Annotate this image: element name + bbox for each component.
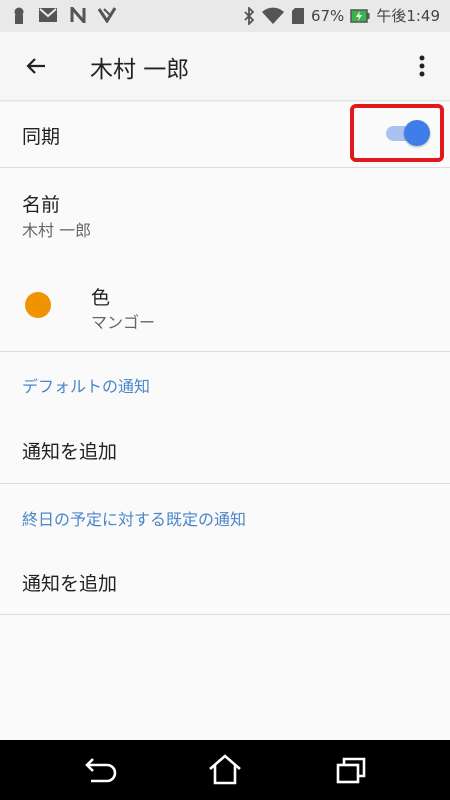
sim-icon [14,7,24,24]
status-bar: 67% 午後1:49 [0,0,450,32]
allday-notifications-header: 終日の予定に対する既定の通知 [22,510,247,529]
divider [0,351,450,352]
status-icons-left [12,6,116,24]
name-value: 木村 一郎 [22,221,92,240]
divider [0,614,450,615]
recents-icon [336,757,366,784]
color-value: マンゴー [91,313,156,332]
status-icons-right: 67% 午後1:49 [243,5,440,26]
n-app-icon [70,7,86,23]
app-bar: 木村 一郎 [0,32,450,101]
check-icon [98,7,116,23]
home-icon [209,754,241,785]
page-title: 木村 一郎 [90,57,190,83]
highlight-box [350,104,444,162]
sync-label: 同期 [22,126,61,148]
divider [0,167,450,168]
battery-charging-icon [350,8,370,23]
gmail-icon [39,8,57,22]
battery-percent: 67% [310,6,345,25]
bluetooth-icon [244,6,255,25]
nav-home-button[interactable] [203,750,247,790]
more-vert-icon [419,55,425,77]
nav-recents-button[interactable] [329,750,373,790]
default-notifications-header: デフォルトの通知 [22,377,151,396]
add-notification-button[interactable]: 通知を追加 [22,437,117,464]
more-options-button[interactable] [400,44,444,88]
sd-card-icon [291,7,304,24]
nav-back-button[interactable] [78,750,122,790]
back-arrow-icon [26,58,45,74]
clock: 午後1:49 [376,7,440,25]
color-swatch [25,292,51,318]
back-icon [85,758,117,783]
divider [0,483,450,484]
add-allday-notification-button[interactable]: 通知を追加 [22,569,117,596]
color-label: 色 [91,287,111,309]
wifi-icon [261,7,284,24]
back-button[interactable] [14,44,58,88]
name-label: 名前 [22,194,61,216]
navigation-bar [0,740,450,800]
